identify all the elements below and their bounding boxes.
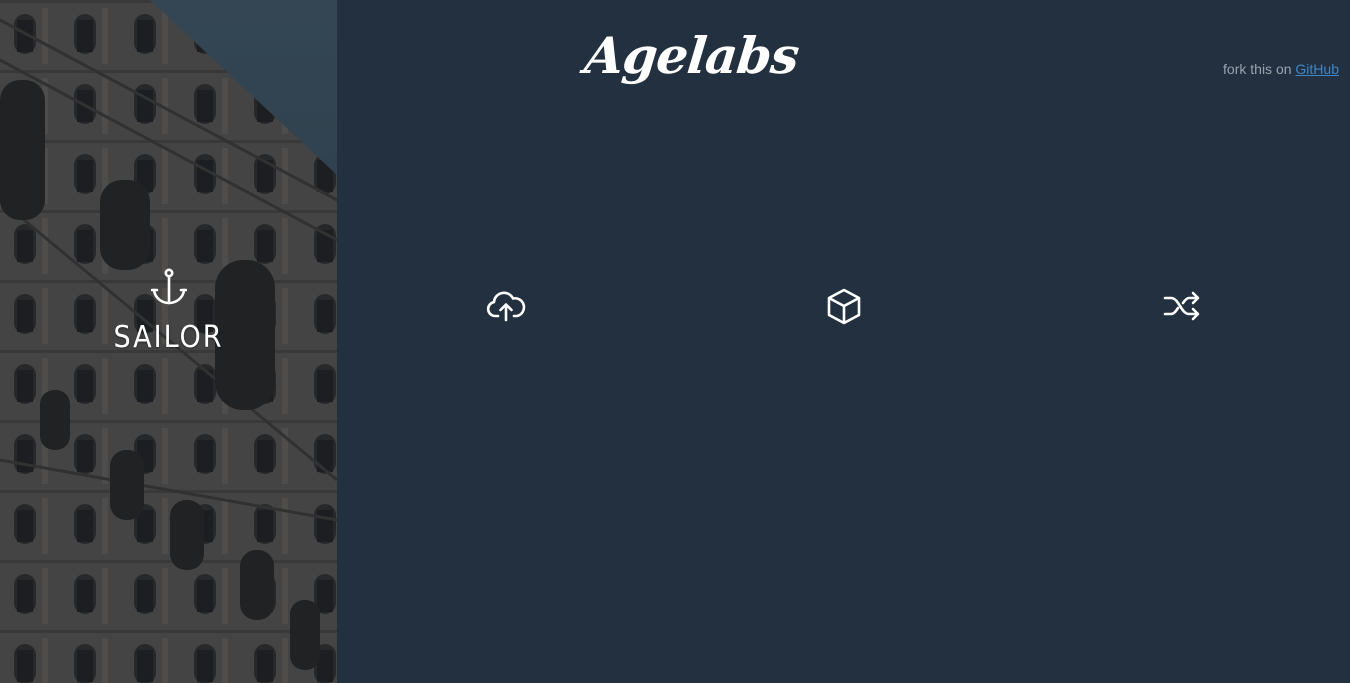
feature-cube[interactable] — [824, 286, 864, 326]
anchor-icon — [150, 268, 187, 306]
hero-brand: SAILOR — [0, 268, 337, 355]
hero-title: SAILOR — [113, 320, 224, 355]
site-logo[interactable]: Agelabs — [582, 26, 801, 85]
cube-icon — [827, 288, 861, 325]
fork-prefix: fork this on — [1223, 61, 1292, 77]
feature-cloud-upload[interactable] — [486, 286, 526, 326]
cloud-upload-icon — [486, 291, 526, 322]
page: SAILOR Agelabs fork this on GitHub — [0, 0, 1350, 683]
fork-notice: fork this on GitHub — [1223, 61, 1339, 77]
hero-panel: SAILOR — [0, 0, 337, 683]
shuffle-icon — [1163, 291, 1200, 321]
main-area: Agelabs fork this on GitHub — [337, 0, 1350, 683]
feature-shuffle[interactable] — [1162, 286, 1202, 326]
github-link[interactable]: GitHub — [1295, 61, 1339, 77]
